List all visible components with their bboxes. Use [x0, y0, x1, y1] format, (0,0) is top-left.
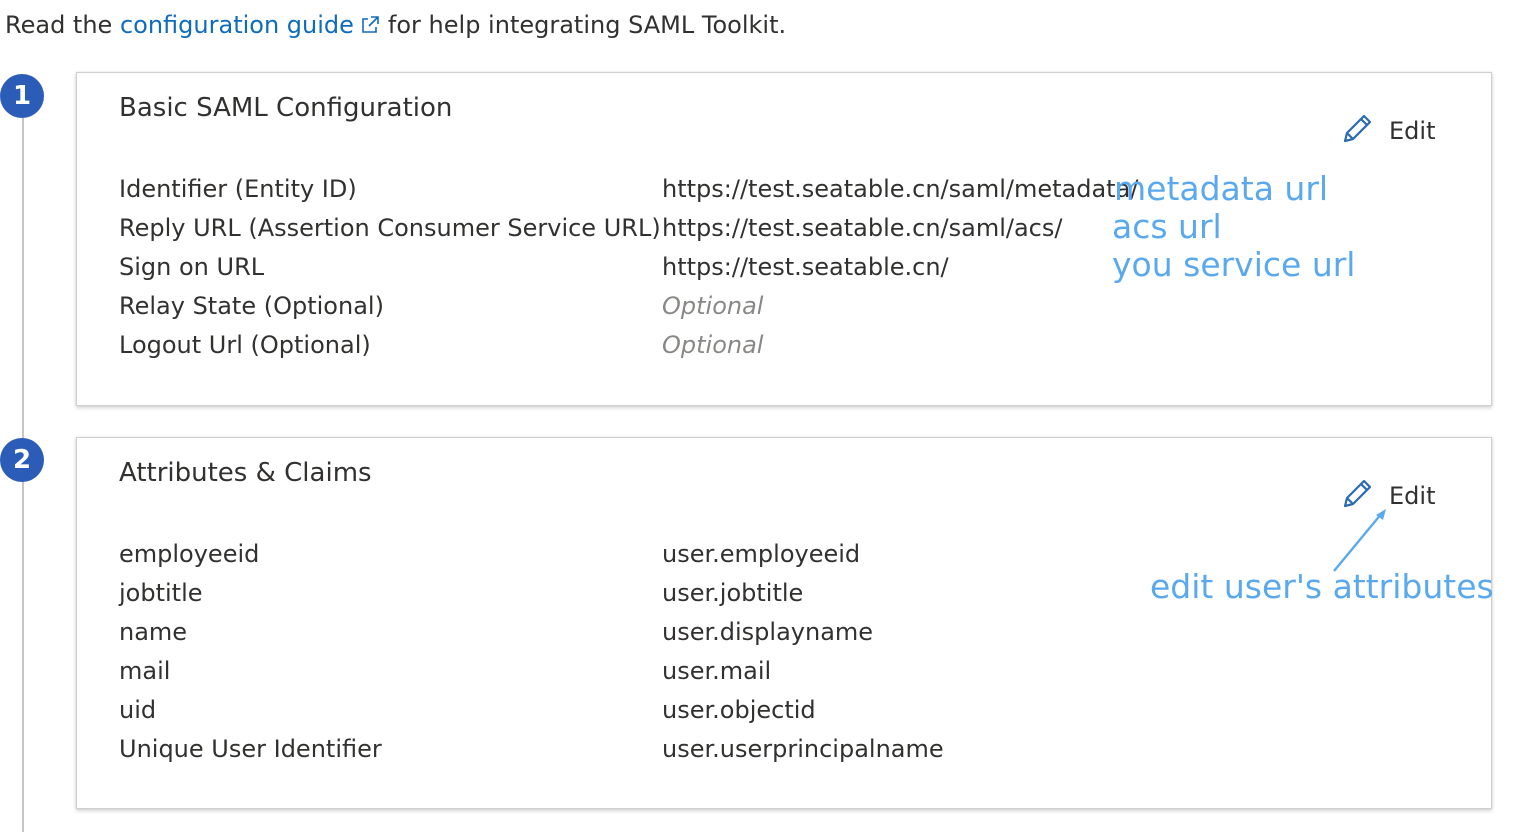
row-key: Relay State (Optional)	[119, 291, 384, 320]
row-key: mail	[119, 656, 171, 685]
row-value-optional: Optional	[662, 291, 764, 320]
attributes-claims-card: Attributes & Claims Edit employeeid user…	[76, 437, 1492, 809]
table-row: Reply URL (Assertion Consumer Service UR…	[119, 208, 1419, 247]
row-value: https://test.seatable.cn/saml/metadata/	[662, 174, 1139, 203]
row-value: user.jobtitle	[662, 578, 804, 607]
annotation-service-url: you service url	[1112, 245, 1356, 284]
row-value: user.objectid	[662, 695, 816, 724]
row-key: Sign on URL	[119, 252, 265, 281]
table-row: Logout Url (Optional) Optional	[119, 325, 1419, 364]
row-key: Unique User Identifier	[119, 734, 382, 763]
row-key: name	[119, 617, 188, 646]
row-value: https://test.seatable.cn/	[662, 252, 949, 281]
card-title: Basic SAML Configuration	[119, 93, 453, 123]
row-value: https://test.seatable.cn/saml/acs/	[662, 213, 1063, 242]
edit-basic-saml-button[interactable]: Edit	[1339, 111, 1435, 151]
row-value: user.userprincipalname	[662, 734, 944, 763]
row-key: Logout Url (Optional)	[119, 330, 371, 359]
row-value: user.displayname	[662, 617, 874, 646]
row-key: jobtitle	[119, 578, 203, 607]
configuration-guide-link[interactable]: configuration guide	[120, 11, 354, 39]
row-value: user.employeeid	[662, 539, 861, 568]
table-row: Relay State (Optional) Optional	[119, 286, 1419, 325]
pencil-icon	[1339, 111, 1375, 151]
step-number-1: 1	[0, 74, 44, 118]
row-key: Identifier (Entity ID)	[119, 174, 357, 203]
row-value-optional: Optional	[662, 330, 764, 359]
intro-prefix: Read the	[5, 11, 113, 39]
row-key: Reply URL (Assertion Consumer Service UR…	[119, 213, 661, 242]
edit-label: Edit	[1389, 117, 1436, 145]
intro-suffix: for help integrating SAML Toolkit.	[387, 11, 787, 39]
intro-text: Read the configuration guide for help int…	[5, 8, 786, 44]
external-link-icon[interactable]	[360, 10, 380, 44]
table-row: uid user.objectid	[119, 690, 1419, 729]
annotation-metadata-url: metadata url	[1114, 169, 1329, 208]
row-value: user.mail	[662, 656, 772, 685]
table-row: name user.displayname	[119, 612, 1419, 651]
row-key: uid	[119, 695, 157, 724]
row-key: employeeid	[119, 539, 260, 568]
annotation-arrow-icon	[1333, 509, 1386, 572]
step-number-2: 2	[0, 438, 44, 482]
table-row: Unique User Identifier user.userprincipa…	[119, 729, 1419, 768]
card-title: Attributes & Claims	[119, 458, 372, 488]
basic-saml-configuration-card: Basic SAML Configuration Edit Identifier…	[76, 72, 1492, 406]
annotation-acs-url: acs url	[1112, 207, 1222, 246]
table-row: mail user.mail	[119, 651, 1419, 690]
